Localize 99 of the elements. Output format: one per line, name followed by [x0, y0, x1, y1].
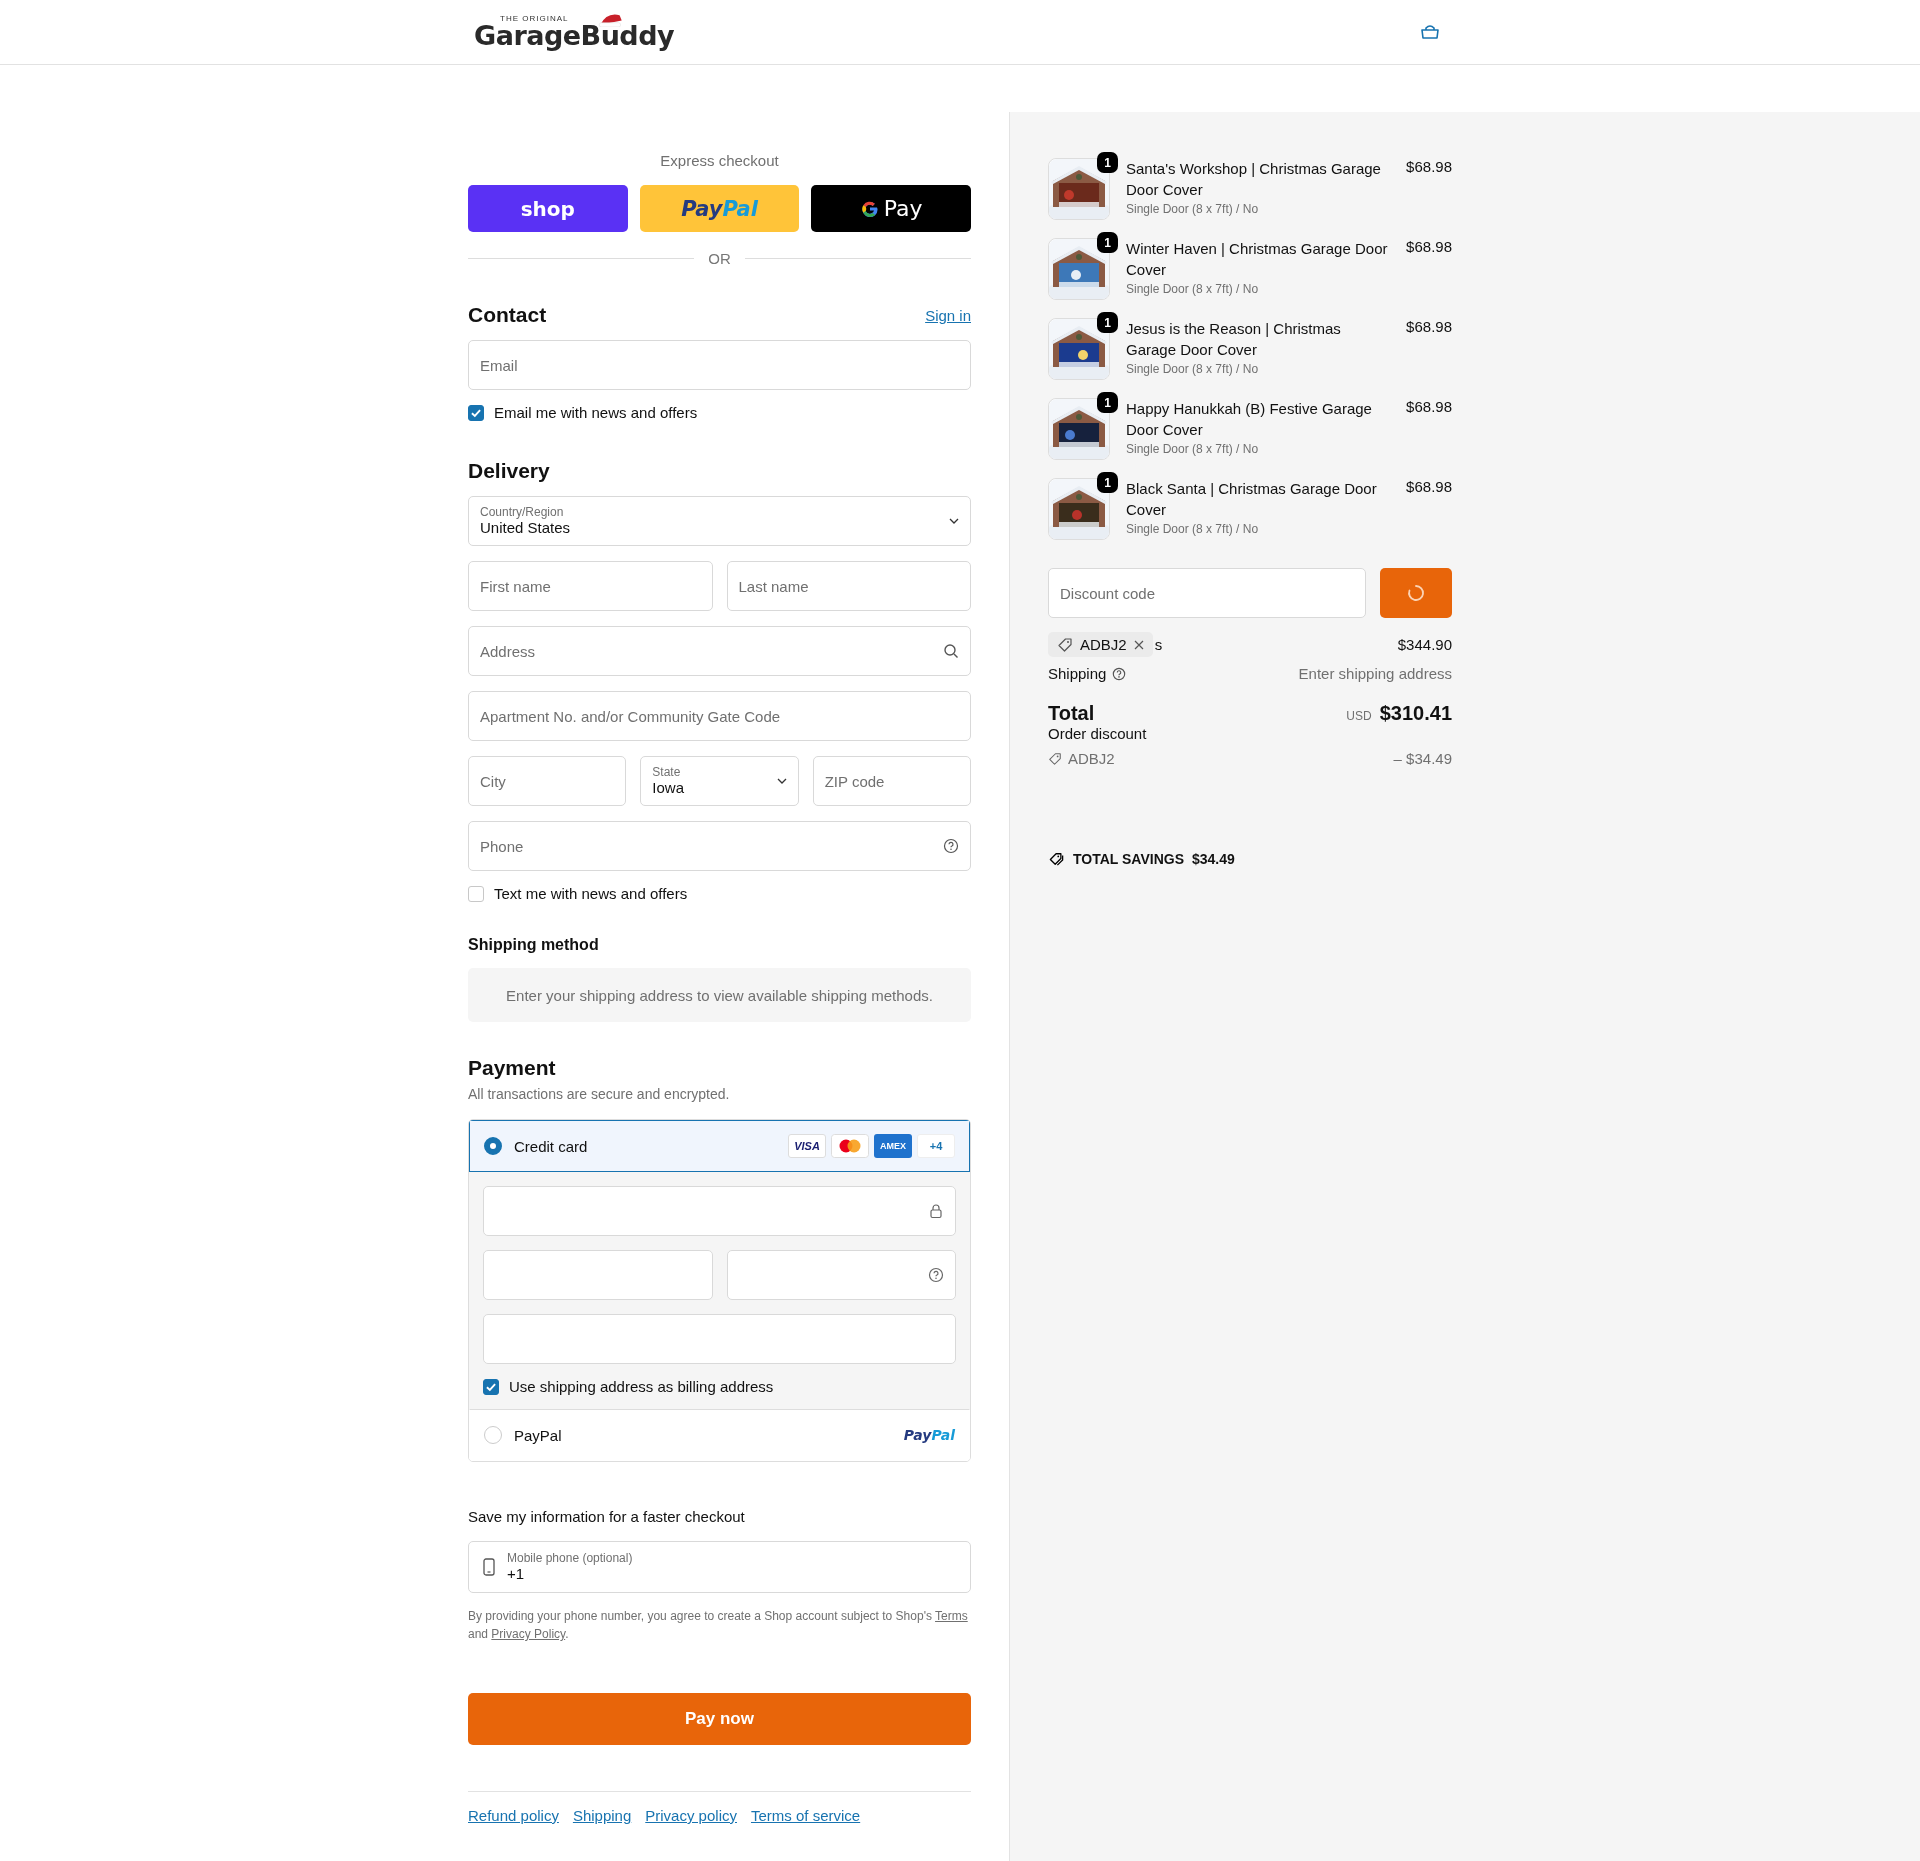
product-name: Black Santa | Christmas Garage Door Cover: [1126, 479, 1378, 520]
apply-discount-button[interactable]: [1380, 568, 1452, 618]
help-icon: [943, 838, 959, 854]
payment-heading: Payment: [468, 1056, 557, 1080]
city-field[interactable]: City: [468, 756, 627, 806]
product-name: Happy Hanukkah (B) Festive Garage Door Cover: [1126, 399, 1373, 440]
quantity-badge: 1: [1097, 472, 1118, 493]
shop-terms-notice: By providing your phone number, you agree to create a Shop account subject to Shop's Terms and Privacy Policy.: [468, 1608, 969, 1643]
payment-subtitle: All transactions are secure and encrypted.: [468, 1086, 731, 1102]
quantity-badge: 1: [1097, 232, 1118, 253]
name-on-card-field[interactable]: [483, 1314, 956, 1364]
state-select[interactable]: State Iowa: [640, 756, 799, 806]
security-code-field[interactable]: [726, 1250, 956, 1300]
discount-code-field[interactable]: Discount code: [1048, 568, 1366, 618]
logo[interactable]: THE ORIGINAL GarageBuddy: [474, 14, 675, 50]
express-checkout-title: Express checkout: [659, 152, 780, 169]
shipping-value: Enter shipping address: [1298, 665, 1452, 682]
product-price: $68.98: [1406, 478, 1452, 497]
help-icon: [1112, 666, 1127, 681]
help-icon: [928, 1267, 944, 1283]
checkbox[interactable]: [483, 1378, 499, 1395]
first-name-field[interactable]: First name: [468, 561, 713, 611]
shipping-method-heading: Shipping method: [468, 936, 600, 954]
radio-button[interactable]: [484, 1137, 502, 1155]
total-label: Total: [1048, 702, 1095, 725]
product-variant: Single Door (8 x 7ft) / No: [1126, 362, 1260, 376]
visa-card-icon: VISA: [788, 1134, 826, 1158]
total-amount: $310.41: [1379, 702, 1452, 725]
total-savings-label: TOTAL SAVINGS: [1073, 851, 1184, 867]
quantity-badge: 1: [1097, 392, 1118, 413]
lock-icon: [928, 1203, 944, 1219]
subtotal-amount: $344.90: [1397, 636, 1452, 653]
product-name: Santa's Workshop | Christmas Garage Door Cover: [1126, 159, 1382, 200]
chevron-icon: [949, 518, 959, 524]
checkbox[interactable]: [468, 885, 484, 902]
card-number-field[interactable]: [483, 1186, 956, 1236]
tag-icon: [1057, 636, 1073, 653]
product-variant: Single Door (8 x 7ft) / No: [1126, 282, 1260, 296]
spinner-icon: [1406, 583, 1426, 603]
bag-icon[interactable]: [1420, 24, 1440, 40]
country-select[interactable]: Country/Region United States: [468, 496, 971, 546]
footer-link[interactable]: Privacy policy: [645, 1807, 737, 1824]
phone-icon: [483, 1558, 495, 1576]
discount-code: ADBJ2: [1068, 750, 1115, 767]
checkbox-label: Use shipping address as billing address: [509, 1378, 774, 1395]
discount-amount: – $34.49: [1393, 750, 1452, 767]
product-price: $68.98: [1406, 398, 1452, 417]
paypal-button[interactable]: PayPal: [639, 185, 800, 232]
product-name: Winter Haven | Christmas Garage Door Cover: [1126, 239, 1389, 280]
currency-code: USD: [1346, 709, 1372, 723]
payment-method-option[interactable]: Credit card VISA AMEX +4: [469, 1120, 970, 1172]
save-info-heading: Save my information for a faster checkout: [468, 1508, 746, 1525]
shipping-label: Shipping: [1048, 665, 1107, 682]
delivery-heading: Delivery: [468, 459, 551, 483]
mobile-phone-field[interactable]: Mobile phone (optional) +1: [468, 1541, 971, 1593]
quantity-badge: 1: [1097, 152, 1118, 173]
payment-method-option[interactable]: PayPal PayPal: [469, 1409, 970, 1461]
pay-now-button[interactable]: Pay now: [468, 1693, 971, 1745]
product-price: $68.98: [1406, 318, 1452, 337]
subtotal-label: s: [1154, 636, 1163, 653]
zip-code-field[interactable]: ZIP code: [812, 756, 971, 806]
or-divider-text: OR: [708, 250, 731, 267]
order-discount-label: Order discount: [1048, 725, 1147, 742]
chevron-icon: [776, 778, 787, 784]
last-name-field[interactable]: Last name: [726, 561, 971, 611]
total-savings-amount: $34.49: [1192, 851, 1235, 867]
checkbox-label: Email me with news and offers: [494, 404, 698, 421]
paypal-logo: PayPal: [903, 1427, 955, 1443]
product-variant: Single Door (8 x 7ft) / No: [1126, 522, 1260, 536]
google-pay-button[interactable]: Pay: [811, 185, 971, 232]
tag-icon: [1048, 751, 1062, 766]
checkbox[interactable]: [468, 404, 484, 421]
discount-tag: ADBJ2: [1048, 632, 1153, 657]
mastercard-icon: [831, 1134, 869, 1158]
address-field[interactable]: Address: [468, 626, 971, 676]
footer-link[interactable]: Shipping: [572, 1807, 632, 1824]
contact-heading: Contact: [468, 303, 547, 327]
product-variant: Single Door (8 x 7ft) / No: [1126, 442, 1260, 456]
product-price: $68.98: [1406, 238, 1452, 257]
sign-in-link[interactable]: Sign in: [925, 306, 971, 324]
close-icon[interactable]: [1133, 639, 1144, 650]
footer-link[interactable]: Terms of service: [751, 1807, 861, 1824]
product-price: $68.98: [1406, 158, 1452, 177]
phone-field[interactable]: Phone: [468, 821, 971, 871]
tags-icon: [1048, 852, 1065, 866]
amex-card-icon: AMEX: [874, 1134, 912, 1158]
quantity-badge: 1: [1097, 312, 1118, 333]
product-variant: Single Door (8 x 7ft) / No: [1126, 202, 1260, 216]
expiry-field[interactable]: [483, 1250, 713, 1300]
checkbox-label: Text me with news and offers: [494, 885, 688, 902]
footer-link[interactable]: Refund policy: [468, 1807, 559, 1824]
terms-link[interactable]: Terms: [935, 1609, 968, 1623]
email-field[interactable]: Email: [468, 340, 971, 390]
search-icon: [943, 643, 959, 659]
apartment-field[interactable]: Apartment No. and/or Community Gate Code: [468, 691, 971, 741]
product-name: Jesus is the Reason | Christmas Garage Door Cover: [1126, 319, 1342, 360]
shipping-notice: Enter your shipping address to view available shipping methods.: [468, 968, 971, 1022]
more-cards-badge: +4: [917, 1134, 955, 1158]
shop-pay-button[interactable]: shop: [468, 185, 628, 232]
